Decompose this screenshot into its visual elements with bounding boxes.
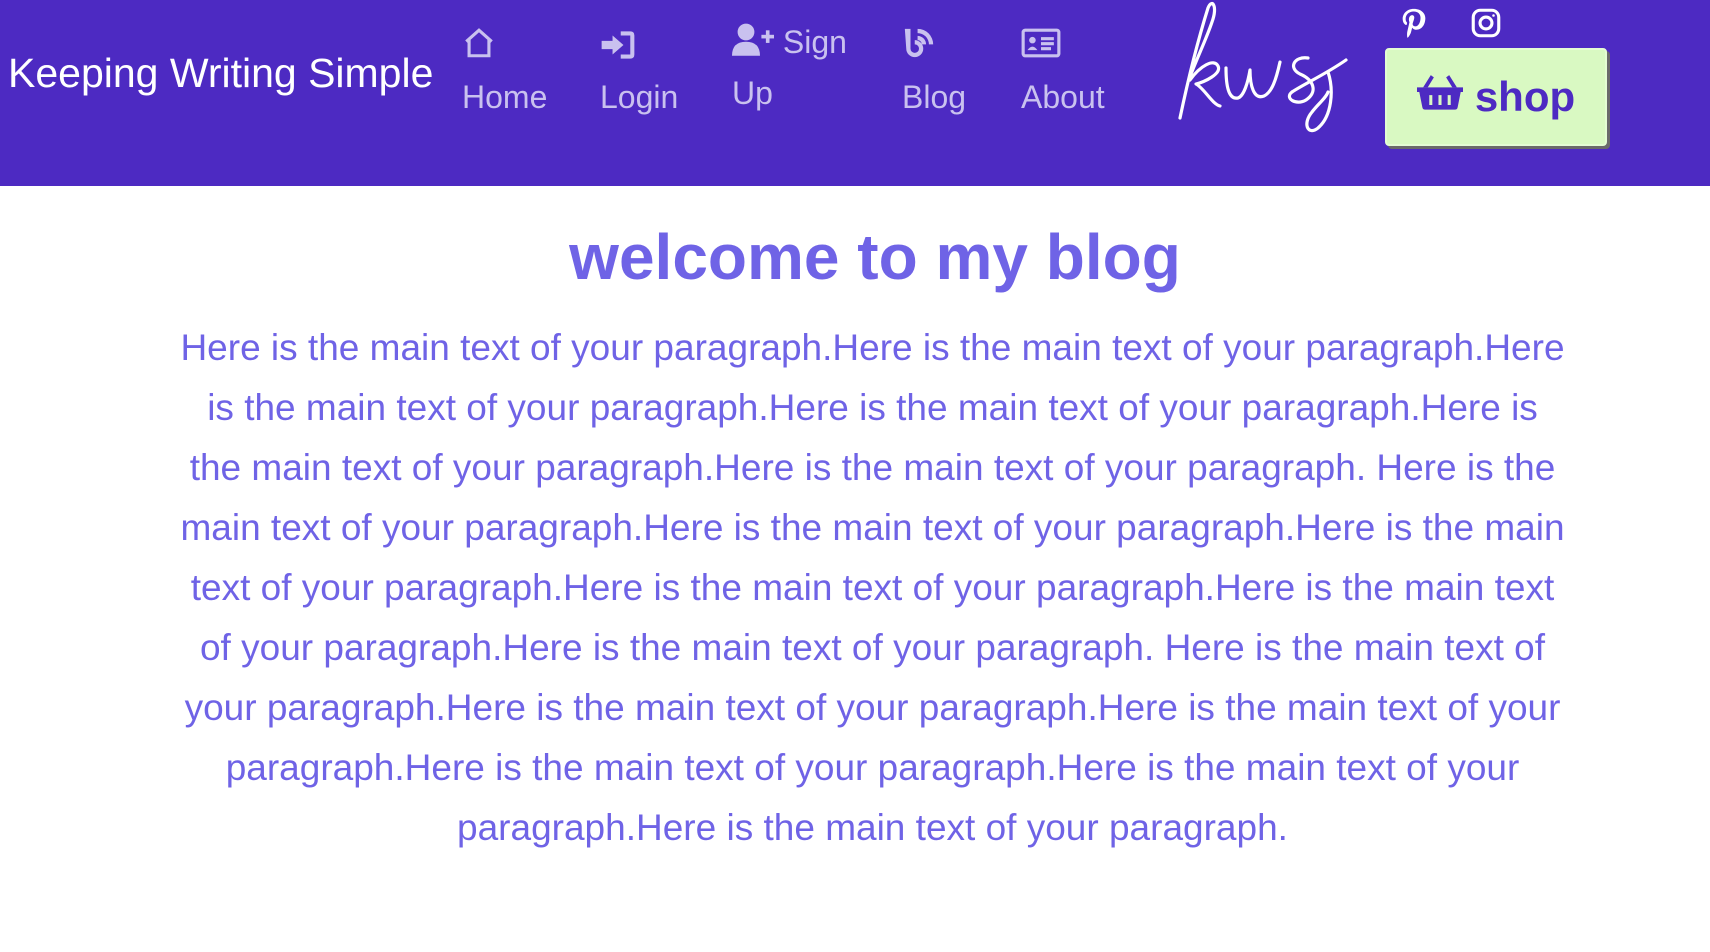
pinterest-icon[interactable] bbox=[1397, 6, 1431, 40]
navbar: Keeping Writing Simple Home Login Sign U… bbox=[0, 0, 1710, 186]
nav-label-blog: Blog bbox=[902, 78, 967, 115]
nav-label-sign: Sign bbox=[782, 24, 847, 60]
login-icon bbox=[600, 25, 636, 73]
shop-label: shop bbox=[1474, 73, 1576, 120]
home-icon bbox=[462, 25, 496, 73]
main-paragraph: Here is the main text of your paragraph.… bbox=[180, 327, 1565, 848]
nav-item-login[interactable]: Login bbox=[600, 22, 678, 121]
nav-label-up: Up bbox=[732, 74, 773, 111]
brand-link[interactable]: Keeping Writing Simple bbox=[8, 50, 433, 97]
user-plus-icon bbox=[732, 21, 774, 69]
instagram-icon[interactable] bbox=[1469, 6, 1503, 40]
nav-label-about: About bbox=[1021, 78, 1105, 115]
shop-button[interactable]: shop bbox=[1385, 48, 1607, 146]
nav-label-login: Login bbox=[600, 78, 679, 115]
page-title: welcome to my blog bbox=[569, 221, 1181, 293]
id-card-icon bbox=[1021, 25, 1061, 73]
basket-icon bbox=[1416, 73, 1463, 121]
nav-item-blog[interactable]: Blog bbox=[902, 22, 966, 121]
kws-logo bbox=[1178, 2, 1348, 133]
nav-item-about[interactable]: About bbox=[1021, 22, 1105, 121]
blog-icon bbox=[902, 25, 936, 73]
nav-item-home[interactable]: Home bbox=[462, 22, 547, 121]
nav-item-signup[interactable]: Sign Up bbox=[732, 18, 847, 117]
nav-label-home: Home bbox=[462, 78, 548, 115]
